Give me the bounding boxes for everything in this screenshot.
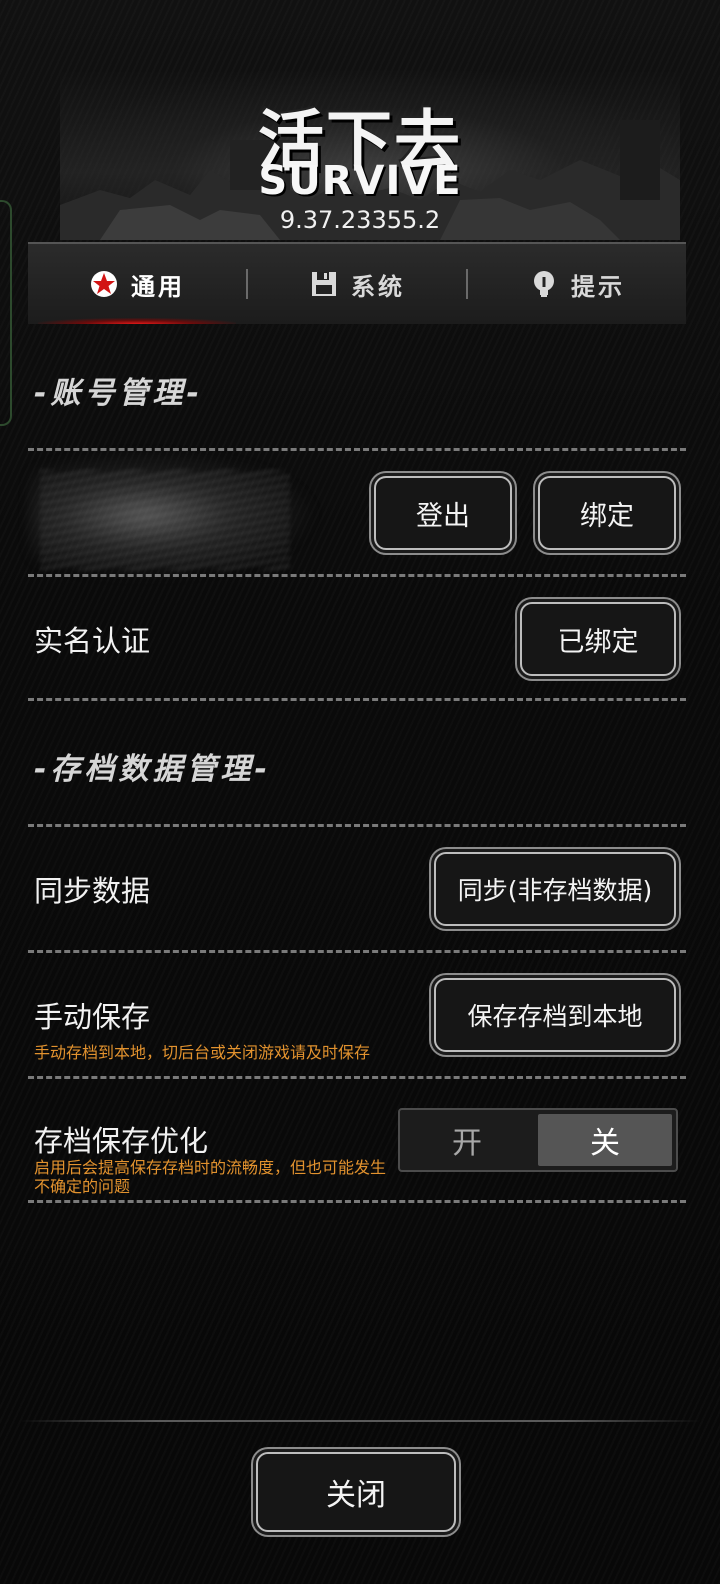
star-icon <box>91 271 117 297</box>
save-optimize-hint: 启用后会提高保存存档时的流畅度，但也可能发生不确定的问题 <box>34 1158 387 1196</box>
sync-data-label: 同步数据 <box>34 874 151 908</box>
realname-bound-button[interactable]: 已绑定 <box>520 602 676 676</box>
lightbulb-icon <box>534 271 554 297</box>
account-section-title: -账号管理- <box>34 376 203 411</box>
divider <box>28 950 686 953</box>
divider <box>28 824 686 827</box>
account-info-noise <box>40 470 290 570</box>
tab-system[interactable]: 系统 <box>248 244 466 324</box>
tab-tips-label: 提示 <box>571 272 625 301</box>
divider <box>28 1200 686 1203</box>
toggle-on-option[interactable]: 开 <box>400 1110 534 1170</box>
version-label: 9.37.23355.2 <box>279 206 441 234</box>
save-local-button[interactable]: 保存存档到本地 <box>434 978 676 1052</box>
manual-save-hint: 手动存档到本地，切后台或关闭游戏请及时保存 <box>34 1043 371 1062</box>
tab-bar: 通用 系统 提示 <box>28 242 686 324</box>
header: 活下去 SURVIVE 9.37.23355.2 <box>0 0 720 244</box>
save-optimize-label: 存档保存优化 <box>34 1124 209 1158</box>
close-button[interactable]: 关闭 <box>256 1452 456 1532</box>
divider <box>28 1076 686 1079</box>
divider <box>28 574 686 577</box>
tab-general[interactable]: 通用 <box>28 244 246 324</box>
bind-button[interactable]: 绑定 <box>538 476 676 550</box>
sync-data-button[interactable]: 同步(非存档数据) <box>434 852 676 926</box>
toggle-off-option[interactable]: 关 <box>538 1114 672 1166</box>
footer-divider <box>20 1420 700 1422</box>
logo-english: SURVIVE <box>258 158 462 204</box>
logout-button[interactable]: 登出 <box>374 476 512 550</box>
save-optimize-toggle[interactable]: 开 关 <box>398 1108 678 1172</box>
data-section-title: -存档数据管理- <box>34 752 271 787</box>
floppy-disk-icon <box>312 272 336 296</box>
tab-general-label: 通用 <box>131 272 185 301</box>
manual-save-label: 手动保存 <box>34 1000 151 1034</box>
tab-system-label: 系统 <box>351 272 405 301</box>
tab-tips[interactable]: 提示 <box>468 244 686 324</box>
divider <box>28 698 686 701</box>
realname-label: 实名认证 <box>34 624 151 658</box>
